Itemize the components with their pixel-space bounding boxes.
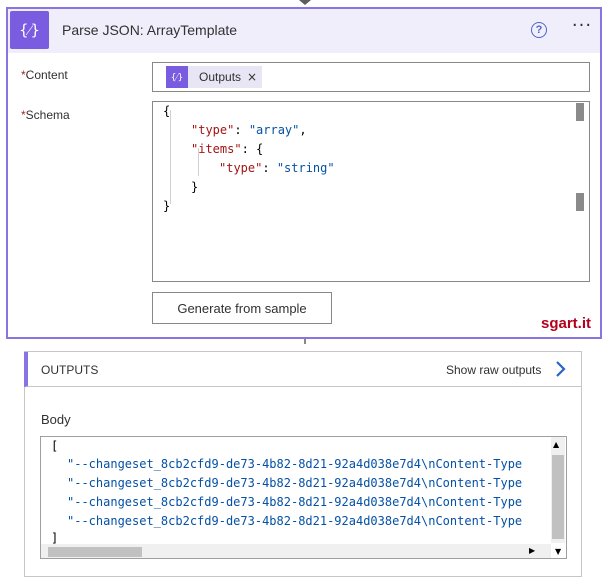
outputs-title: OUTPUTS xyxy=(41,363,99,377)
parse-json-icon: {⁄} xyxy=(10,11,49,49)
token-label: Outputs xyxy=(199,70,242,84)
body-horizontal-scrollbar[interactable]: ▶ xyxy=(41,544,551,558)
content-label: *Content xyxy=(21,68,68,82)
schema-scrollbar[interactable] xyxy=(576,103,584,213)
content-input[interactable]: {⁄} Outputs × xyxy=(152,62,590,92)
output-line: "--changeset_8cb2cfd9-de73-4b82-8d21-92a… xyxy=(67,476,523,490)
dynamic-content-icon: {⁄} xyxy=(166,66,188,88)
parse-json-action-card: {⁄} Parse JSON: ArrayTemplate ? ··· *Con… xyxy=(6,7,602,339)
scroll-right-icon[interactable]: ▶ xyxy=(529,546,535,555)
outputs-header: OUTPUTS Show raw outputs xyxy=(24,352,581,387)
generate-from-sample-button[interactable]: Generate from sample xyxy=(152,292,332,324)
code-line-5: } xyxy=(191,180,199,194)
remove-token-icon[interactable]: × xyxy=(247,70,257,84)
flow-connector xyxy=(304,339,306,344)
body-label: Body xyxy=(41,412,71,427)
help-icon[interactable]: ? xyxy=(531,22,547,38)
flow-connector-arrow-icon xyxy=(299,0,311,5)
outputs-panel: OUTPUTS Show raw outputs Body [ "--chang… xyxy=(24,351,582,577)
output-line: "--changeset_8cb2cfd9-de73-4b82-8d21-92a… xyxy=(67,514,523,528)
watermark-logo: sgart.it xyxy=(541,315,592,332)
code-line-6: } xyxy=(163,199,171,213)
outputs-token[interactable]: {⁄} Outputs × xyxy=(166,66,262,88)
action-title: Parse JSON: ArrayTemplate xyxy=(62,22,238,38)
scroll-thumb[interactable] xyxy=(576,193,584,211)
scroll-thumb[interactable] xyxy=(576,103,584,121)
indent-guide xyxy=(170,110,171,204)
output-line: "--changeset_8cb2cfd9-de73-4b82-8d21-92a… xyxy=(67,495,523,509)
code-line-3: "items": { xyxy=(191,142,264,156)
close-bracket: ] xyxy=(51,531,59,545)
show-raw-outputs-link[interactable]: Show raw outputs xyxy=(446,363,541,377)
body-output-viewer[interactable]: [ "--changeset_8cb2cfd9-de73-4b82-8d21-9… xyxy=(40,436,567,559)
schema-label: *Schema xyxy=(21,108,70,122)
scroll-thumb[interactable] xyxy=(48,547,142,557)
output-line: "--changeset_8cb2cfd9-de73-4b82-8d21-92a… xyxy=(67,457,523,471)
scroll-up-icon[interactable]: ▲ xyxy=(553,440,559,449)
more-options-icon[interactable]: ··· xyxy=(570,17,594,39)
schema-editor[interactable]: { "type": "array", "items": { "type": "s… xyxy=(152,101,590,282)
open-bracket: [ xyxy=(51,439,59,453)
chevron-right-icon[interactable] xyxy=(551,359,569,379)
action-header[interactable]: {⁄} Parse JSON: ArrayTemplate ? ··· xyxy=(8,9,600,53)
code-line-1: { xyxy=(163,104,171,118)
scroll-thumb[interactable] xyxy=(552,455,564,539)
code-line-4: "type": "string" xyxy=(219,161,335,175)
scroll-down-icon[interactable]: ▼ xyxy=(555,547,561,556)
body-vertical-scrollbar[interactable]: ▲ xyxy=(551,437,565,543)
code-line-2: "type": "array", xyxy=(191,123,307,137)
